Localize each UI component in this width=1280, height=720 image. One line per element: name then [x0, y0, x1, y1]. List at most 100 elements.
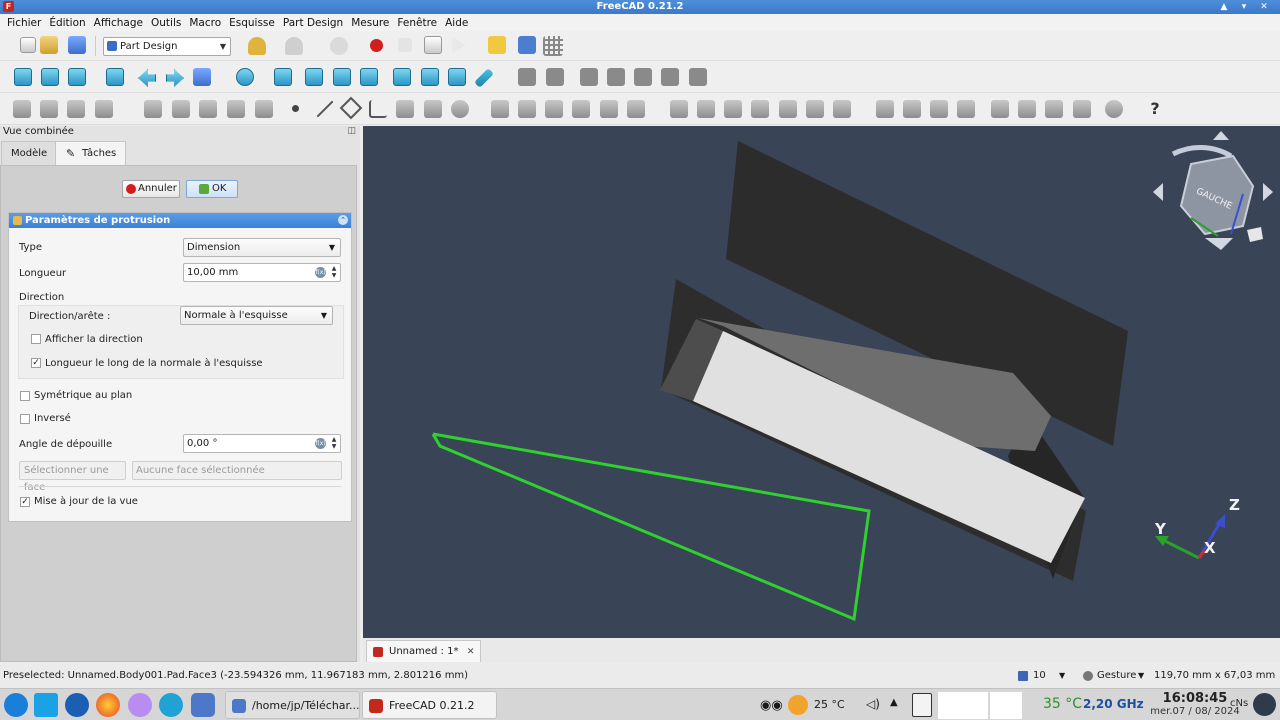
length-along-normal-checkbox[interactable]: ✓ [31, 358, 41, 368]
record-macro-icon[interactable] [370, 39, 383, 52]
nav-left-arrow-icon[interactable] [1153, 183, 1163, 201]
browser-icon[interactable] [159, 693, 183, 717]
zoom-icon[interactable] [236, 68, 254, 86]
file-manager-icon[interactable] [191, 693, 215, 717]
window-up-icon[interactable]: ▲ [1218, 1, 1230, 13]
datum-icon[interactable] [227, 100, 245, 118]
fit-selection-icon[interactable] [41, 68, 59, 86]
show-desktop-icon[interactable] [34, 693, 58, 717]
tab-taches[interactable]: ✎ Tâches [55, 141, 127, 165]
datum-plane-icon[interactable] [339, 96, 363, 120]
logout-icon[interactable] [1253, 693, 1276, 716]
nav-down-arrow-icon[interactable] [1205, 238, 1233, 250]
bottom-view-icon[interactable] [421, 68, 439, 86]
grid-icon[interactable] [543, 36, 563, 56]
undock-icon[interactable]: ◫ [347, 126, 356, 136]
menu-affichage[interactable]: Affichage [90, 17, 147, 29]
datum-lcs-icon[interactable] [369, 100, 387, 118]
sketch-outline[interactable] [431, 432, 871, 622]
clone-icon[interactable] [199, 100, 217, 118]
loft-icon[interactable] [451, 100, 469, 118]
workbench-selector[interactable]: Part Design ▼ [103, 37, 231, 56]
tray-arrow-icon[interactable]: ▲ [890, 697, 898, 708]
revolution-icon[interactable] [424, 100, 442, 118]
menu-edition[interactable]: Édition [45, 17, 89, 29]
clipboard-icon[interactable] [912, 693, 932, 717]
volume-icon[interactable]: ◁) [866, 697, 880, 711]
create-sketch-icon[interactable] [40, 100, 58, 118]
new-file-icon[interactable] [20, 37, 36, 53]
nav-mini-cube-icon[interactable] [1247, 227, 1263, 242]
helix-icon[interactable] [518, 100, 536, 118]
std-views-icon[interactable] [193, 68, 211, 86]
measure-linear-icon[interactable] [518, 68, 536, 86]
subtractive-pipe-icon[interactable] [697, 100, 715, 118]
redo-icon[interactable] [285, 37, 303, 55]
select-face-button[interactable]: Sélectionner une face [19, 461, 126, 493]
window-close-icon[interactable]: ✕ [1258, 1, 1270, 13]
whats-this-help-icon[interactable]: ? [1145, 99, 1165, 119]
front-view-icon[interactable] [305, 68, 323, 86]
document-tab[interactable]: Unnamed : 1* ✕ [366, 640, 482, 662]
workspace-2[interactable] [990, 692, 1022, 719]
sweep-icon[interactable] [491, 100, 509, 118]
update-view-checkbox[interactable]: ✓ [20, 497, 30, 507]
forward-arrow-icon[interactable] [166, 69, 184, 87]
execute-macro-icon[interactable] [452, 37, 466, 53]
hole-icon[interactable] [600, 100, 618, 118]
zoom-steps-value[interactable]: 10 [1033, 664, 1046, 688]
show-direction-checkbox[interactable] [31, 334, 41, 344]
undo-icon[interactable] [248, 37, 266, 55]
involute-gear-icon[interactable] [1073, 100, 1091, 118]
subshape-binder-icon[interactable] [172, 100, 190, 118]
reversed-checkbox[interactable] [20, 414, 30, 424]
menu-esquisse[interactable]: Esquisse [225, 17, 279, 29]
task-freecad[interactable]: FreeCAD 0.21.2 [362, 691, 497, 719]
3d-viewport[interactable]: GAUCHE Y Z X [363, 126, 1280, 638]
spin-arrows-icon[interactable]: ▲ ▼ [329, 436, 339, 451]
clock[interactable]: 16:08:45 mer.07 / 08/ 2024 [1150, 691, 1240, 719]
thunderbird-icon[interactable] [65, 693, 89, 717]
mirrored-icon[interactable] [779, 100, 797, 118]
isometric-view-icon[interactable] [274, 68, 292, 86]
multi-transform-icon[interactable] [876, 100, 894, 118]
subtractive-helix-icon[interactable] [724, 100, 742, 118]
measure-toggle-delta-icon[interactable] [689, 68, 707, 86]
symmetric-checkbox[interactable] [20, 391, 30, 401]
tab-modele[interactable]: Modèle [1, 141, 58, 165]
left-view-icon[interactable] [448, 68, 466, 86]
whats-this-icon[interactable] [488, 36, 506, 54]
rear-view-icon[interactable] [393, 68, 411, 86]
length-input[interactable]: 10,00 mm f(x) ▲ ▼ [183, 263, 341, 282]
validate-sketch-icon[interactable] [67, 100, 85, 118]
navigation-style-value[interactable]: Gesture [1097, 664, 1136, 688]
type-select[interactable]: Dimension ▼ [183, 238, 341, 257]
measure-refresh-icon[interactable] [580, 68, 598, 86]
cancel-button[interactable]: Annuler [122, 180, 180, 198]
polar-pattern-icon[interactable] [833, 100, 851, 118]
measure-toggle-3d-icon[interactable] [661, 68, 679, 86]
save-icon[interactable] [68, 36, 86, 54]
pad-icon[interactable] [396, 100, 414, 118]
window-minimize-icon[interactable]: ▾ [1238, 1, 1250, 13]
taper-input[interactable]: 0,00 ° f(x) ▲ ▼ [183, 434, 341, 453]
menu-mesure[interactable]: Mesure [347, 17, 393, 29]
macros-icon[interactable] [424, 36, 442, 54]
dependency-icon[interactable] [518, 36, 536, 54]
sprocket-icon[interactable] [1045, 100, 1063, 118]
create-body-icon[interactable] [13, 100, 31, 118]
nav-up-arrow-icon[interactable] [1213, 131, 1229, 140]
boolean-icon[interactable] [1018, 100, 1036, 118]
draft-icon[interactable] [957, 100, 975, 118]
groove-icon[interactable] [627, 100, 645, 118]
spin-arrows-icon[interactable]: ▲ ▼ [329, 265, 339, 280]
expression-icon[interactable]: f(x) [315, 267, 326, 278]
measure-clear-icon[interactable] [607, 68, 625, 86]
menu-fichier[interactable]: Fichier [3, 17, 45, 29]
linear-pattern-icon[interactable] [806, 100, 824, 118]
3d-scene[interactable]: GAUCHE Y Z X [363, 126, 1280, 638]
firefox-icon[interactable] [96, 693, 120, 717]
workspace-1[interactable] [938, 692, 988, 719]
thickness-icon[interactable] [991, 100, 1009, 118]
chevron-down-icon[interactable]: ▼ [1138, 664, 1144, 688]
